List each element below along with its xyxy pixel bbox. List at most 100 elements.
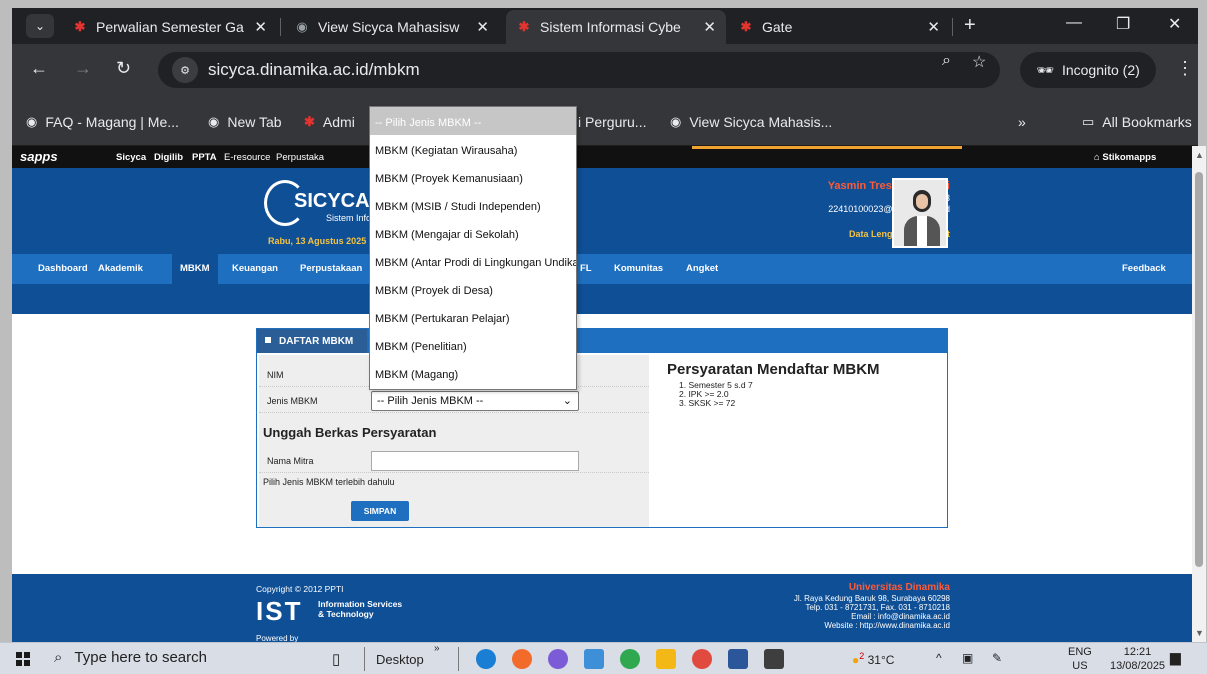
- topnav-perpustakaan[interactable]: Perpustaka: [276, 152, 324, 163]
- word-icon[interactable]: [728, 649, 748, 669]
- dropdown-option[interactable]: MBKM (Mengajar di Sekolah): [370, 219, 576, 247]
- minimize-button[interactable]: —: [1066, 14, 1082, 32]
- dropdown-option[interactable]: MBKM (Pertukaran Pelajar): [370, 303, 576, 331]
- star-icon[interactable]: ☆: [972, 52, 986, 72]
- site-settings-icon[interactable]: ⚙: [172, 57, 198, 83]
- tab-view-sicyca[interactable]: ◉ View Sicyca Mahasisw ✕: [284, 10, 499, 44]
- snipping-tool-icon[interactable]: [584, 649, 604, 669]
- zoom-icon[interactable]: ⌕: [942, 52, 951, 70]
- dropdown-option[interactable]: MBKM (Proyek di Desa): [370, 275, 576, 303]
- tab-perwalian[interactable]: ✱ Perwalian Semester Ga ✕: [62, 10, 277, 44]
- topnav-sicyca[interactable]: Sicyca: [116, 152, 146, 163]
- kebab-icon: ⋮: [1176, 58, 1194, 78]
- menu-keuangan[interactable]: Keuangan: [232, 263, 278, 274]
- bookmark-admin[interactable]: ✱ Admi: [304, 114, 355, 130]
- dropdown-option[interactable]: MBKM (Kegiatan Wirausaha): [370, 135, 576, 163]
- avatar: [892, 178, 948, 248]
- taskbar-separator: [364, 647, 365, 671]
- dropdown-option[interactable]: MBKM (MSIB / Studi Independen): [370, 191, 576, 219]
- scroll-up-icon[interactable]: ▲: [1195, 150, 1204, 160]
- chevron-down-icon: ⌄: [34, 19, 46, 33]
- new-tab-button[interactable]: +: [964, 14, 976, 37]
- all-bookmarks-button[interactable]: ▭ All Bookmarks: [1082, 114, 1192, 130]
- bookmarks-overflow-button[interactable]: »: [1018, 114, 1026, 130]
- nama-mitra-input[interactable]: [371, 451, 579, 471]
- task-view-icon[interactable]: ▯: [332, 650, 340, 668]
- sapps-logo[interactable]: sapps: [20, 149, 58, 164]
- menu-fl[interactable]: FL: [580, 263, 592, 274]
- menu-angket[interactable]: Angket: [686, 263, 718, 274]
- menu-mbkm[interactable]: MBKM: [172, 254, 218, 284]
- edge-icon[interactable]: [476, 649, 496, 669]
- menu-perpustakaan[interactable]: Perpustakaan: [300, 263, 362, 274]
- topnav-digilib[interactable]: Digilib: [154, 152, 183, 163]
- weather-widget[interactable]: ●2 31°C: [852, 651, 894, 667]
- chrome-icon[interactable]: [620, 649, 640, 669]
- screen: ⌄ ✱ Perwalian Semester Ga ✕ ◉ View Sicyc…: [0, 0, 1207, 674]
- requirement-item: 3. SKSK >= 72: [679, 398, 736, 408]
- close-icon[interactable]: ✕: [927, 18, 940, 36]
- chevron-up-icon[interactable]: ^: [936, 651, 942, 665]
- taskbar-search[interactable]: ⌕ Type here to search: [54, 649, 207, 666]
- language-indicator[interactable]: ENG US: [1068, 645, 1092, 673]
- tab-sistem-informasi[interactable]: ✱ Sistem Informasi Cybe ✕: [506, 10, 726, 44]
- back-button[interactable]: ←: [30, 58, 48, 79]
- powered-by: Powered by: [256, 634, 299, 642]
- reload-button[interactable]: ↻: [116, 58, 131, 79]
- dropdown-option[interactable]: -- Pilih Jenis MBKM --: [370, 107, 576, 135]
- dropdown-option[interactable]: MBKM (Antar Prodi di Lingkungan Undika): [370, 247, 576, 275]
- globe-icon: ◉: [208, 114, 220, 129]
- mitra-label: Nama Mitra: [267, 456, 314, 466]
- clock[interactable]: 12:21 13/08/2025: [1110, 645, 1165, 673]
- browser-menu-button[interactable]: ⋮: [1176, 58, 1194, 79]
- file-explorer-icon[interactable]: [656, 649, 676, 669]
- scroll-down-icon[interactable]: ▼: [1195, 628, 1204, 638]
- notification-icon[interactable]: ▆: [1170, 649, 1181, 666]
- menu-akademik[interactable]: Akademik: [98, 263, 143, 274]
- simpan-button[interactable]: SIMPAN: [351, 501, 409, 521]
- jenis-mbkm-select[interactable]: -- Pilih Jenis MBKM -- ⌄: [371, 391, 579, 411]
- dropdown-option[interactable]: MBKM (Proyek Kemanusiaan): [370, 163, 576, 191]
- desktop-toolbar[interactable]: Desktop: [376, 652, 424, 667]
- chrome-incognito-icon[interactable]: [692, 649, 712, 669]
- tab-search-button[interactable]: ⌄: [26, 14, 54, 38]
- sub-menu-bar: [12, 284, 1192, 314]
- address-bar[interactable]: ⚙ sicyca.dinamika.ac.id/mbkm: [158, 52, 1000, 88]
- menu-dashboard[interactable]: Dashboard: [38, 263, 88, 274]
- firefox-icon[interactable]: [512, 649, 532, 669]
- unggah-heading: Unggah Berkas Persyaratan: [263, 425, 437, 440]
- jenis-mbkm-dropdown[interactable]: -- Pilih Jenis MBKM -- MBKM (Kegiatan Wi…: [369, 106, 577, 390]
- site-topbar: sapps Sicyca Digilib PPTA E-resource Per…: [12, 146, 1192, 168]
- sicyca-logo-text: SICYCA: [294, 190, 370, 212]
- close-icon[interactable]: ✕: [476, 18, 489, 36]
- bookmark-faq-magang[interactable]: ◉ FAQ - Magang | Me...: [26, 114, 179, 130]
- menu-feedback[interactable]: Feedback: [1122, 263, 1166, 274]
- close-window-button[interactable]: ✕: [1168, 14, 1181, 34]
- close-icon[interactable]: ✕: [703, 18, 716, 36]
- stikomapps-link[interactable]: ⌂ Stikomapps: [1094, 152, 1156, 163]
- url-text: sicyca.dinamika.ac.id/mbkm: [208, 60, 420, 79]
- pen-icon[interactable]: ✎: [992, 651, 1002, 665]
- close-icon[interactable]: ✕: [254, 18, 267, 36]
- page-scrollbar[interactable]: ▲ ▼: [1192, 146, 1206, 642]
- bookmark-perguruan[interactable]: i Perguru...: [578, 114, 646, 130]
- copilot-icon[interactable]: [548, 649, 568, 669]
- dropdown-option[interactable]: MBKM (Magang): [370, 359, 576, 387]
- restore-button[interactable]: ❐: [1116, 14, 1130, 34]
- windows-start-icon[interactable]: [16, 652, 30, 666]
- menu-komunitas[interactable]: Komunitas: [614, 263, 663, 274]
- app-icon[interactable]: [764, 649, 784, 669]
- bookmark-new-tab[interactable]: ◉ New Tab: [208, 114, 282, 130]
- topnav-ppta[interactable]: PPTA: [192, 152, 217, 163]
- incognito-button[interactable]: 🕶 Incognito (2): [1020, 52, 1156, 88]
- dropdown-option[interactable]: MBKM (Penelitian): [370, 331, 576, 359]
- forward-button[interactable]: →: [74, 58, 92, 79]
- topnav-eresource[interactable]: E-resource: [224, 152, 270, 163]
- double-chevron-icon[interactable]: »: [434, 643, 440, 654]
- tray-app-icon[interactable]: ▣: [962, 651, 973, 665]
- scroll-thumb[interactable]: [1195, 172, 1203, 567]
- main-menu: Dashboard Akademik MBKM Keuangan Perpust…: [12, 254, 1192, 284]
- tab-gate[interactable]: ✱ Gate ✕: [728, 10, 950, 44]
- bookmark-view-sicyca[interactable]: ◉ View Sicyca Mahasis...: [670, 114, 832, 130]
- globe-icon: ◉: [296, 19, 308, 34]
